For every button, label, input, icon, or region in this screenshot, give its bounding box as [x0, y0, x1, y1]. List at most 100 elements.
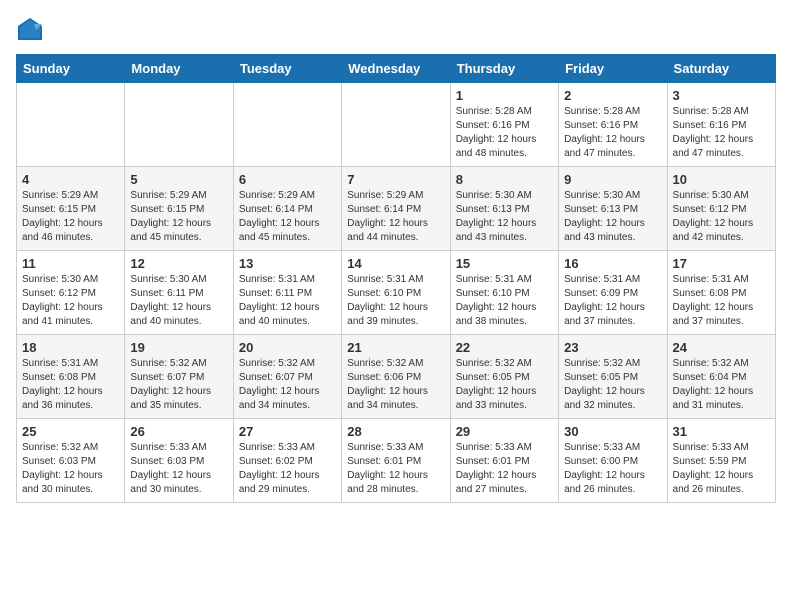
day-number: 10	[673, 172, 770, 187]
day-number: 5	[130, 172, 227, 187]
day-info: Sunrise: 5:31 AM Sunset: 6:08 PM Dayligh…	[22, 357, 119, 413]
day-number: 19	[130, 340, 227, 355]
calendar-cell: 17 Sunrise: 5:31 AM Sunset: 6:08 PM Dayli…	[667, 251, 775, 335]
day-number: 14	[347, 256, 444, 271]
day-number: 9	[564, 172, 661, 187]
day-info: Sunrise: 5:28 AM Sunset: 6:16 PM Dayligh…	[456, 105, 553, 161]
weekday-header-saturday: Saturday	[667, 55, 775, 83]
day-number: 25	[22, 424, 119, 439]
day-info: Sunrise: 5:31 AM Sunset: 6:09 PM Dayligh…	[564, 273, 661, 329]
day-info: Sunrise: 5:33 AM Sunset: 6:01 PM Dayligh…	[456, 441, 553, 497]
day-info: Sunrise: 5:33 AM Sunset: 6:03 PM Dayligh…	[130, 441, 227, 497]
weekday-header-monday: Monday	[125, 55, 233, 83]
calendar-cell: 10 Sunrise: 5:30 AM Sunset: 6:12 PM Dayli…	[667, 167, 775, 251]
day-info: Sunrise: 5:29 AM Sunset: 6:15 PM Dayligh…	[22, 189, 119, 245]
calendar-cell: 19 Sunrise: 5:32 AM Sunset: 6:07 PM Dayli…	[125, 335, 233, 419]
calendar-cell: 6 Sunrise: 5:29 AM Sunset: 6:14 PM Daylig…	[233, 167, 341, 251]
day-number: 21	[347, 340, 444, 355]
week-row-2: 4 Sunrise: 5:29 AM Sunset: 6:15 PM Daylig…	[17, 167, 776, 251]
weekday-header-friday: Friday	[559, 55, 667, 83]
calendar-cell: 15 Sunrise: 5:31 AM Sunset: 6:10 PM Dayli…	[450, 251, 558, 335]
week-row-4: 18Sunrise: 5:31 AM Sunset: 6:08 PM Dayli…	[17, 335, 776, 419]
calendar-cell: 11 Sunrise: 5:30 AM Sunset: 6:12 PM Dayli…	[17, 251, 125, 335]
calendar-table: SundayMondayTuesdayWednesdayThursdayFrid…	[16, 54, 776, 503]
calendar-cell: 1 Sunrise: 5:28 AM Sunset: 6:16 PM Daylig…	[450, 83, 558, 167]
day-number: 17	[673, 256, 770, 271]
day-number: 6	[239, 172, 336, 187]
calendar-cell: 31 Sunrise: 5:33 AM Sunset: 5:59 PM Dayli…	[667, 419, 775, 503]
day-number: 1	[456, 88, 553, 103]
day-info: Sunrise: 5:32 AM Sunset: 6:05 PM Dayligh…	[456, 357, 553, 413]
day-number: 22	[456, 340, 553, 355]
day-info: Sunrise: 5:31 AM Sunset: 6:08 PM Dayligh…	[673, 273, 770, 329]
day-info: Sunrise: 5:29 AM Sunset: 6:14 PM Dayligh…	[347, 189, 444, 245]
day-info: Sunrise: 5:30 AM Sunset: 6:13 PM Dayligh…	[564, 189, 661, 245]
day-number: 30	[564, 424, 661, 439]
day-number: 7	[347, 172, 444, 187]
day-number: 11	[22, 256, 119, 271]
day-number: 4	[22, 172, 119, 187]
day-number: 16	[564, 256, 661, 271]
day-info: Sunrise: 5:31 AM Sunset: 6:11 PM Dayligh…	[239, 273, 336, 329]
calendar-cell: 21 Sunrise: 5:32 AM Sunset: 6:06 PM Dayli…	[342, 335, 450, 419]
day-info: Sunrise: 5:31 AM Sunset: 6:10 PM Dayligh…	[347, 273, 444, 329]
day-number: 29	[456, 424, 553, 439]
calendar-cell: 22 Sunrise: 5:32 AM Sunset: 6:05 PM Dayli…	[450, 335, 558, 419]
day-number: 20	[239, 340, 336, 355]
week-row-5: 25 Sunrise: 5:32 AM Sunset: 6:03 PM Dayli…	[17, 419, 776, 503]
day-info: Sunrise: 5:33 AM Sunset: 6:01 PM Dayligh…	[347, 441, 444, 497]
calendar-cell	[125, 83, 233, 167]
calendar-cell	[17, 83, 125, 167]
day-info: Sunrise: 5:30 AM Sunset: 6:11 PM Dayligh…	[130, 273, 227, 329]
day-number: 15	[456, 256, 553, 271]
weekday-header-row: SundayMondayTuesdayWednesdayThursdayFrid…	[17, 55, 776, 83]
calendar-cell: 14 Sunrise: 5:31 AM Sunset: 6:10 PM Dayli…	[342, 251, 450, 335]
calendar-cell: 13 Sunrise: 5:31 AM Sunset: 6:11 PM Dayli…	[233, 251, 341, 335]
logo-icon	[16, 16, 44, 44]
day-info: Sunrise: 5:29 AM Sunset: 6:15 PM Dayligh…	[130, 189, 227, 245]
calendar-cell: 8Sunrise: 5:30 AM Sunset: 6:13 PM Daylig…	[450, 167, 558, 251]
calendar-cell: 4 Sunrise: 5:29 AM Sunset: 6:15 PM Daylig…	[17, 167, 125, 251]
day-number: 31	[673, 424, 770, 439]
calendar-cell: 2 Sunrise: 5:28 AM Sunset: 6:16 PM Daylig…	[559, 83, 667, 167]
calendar-cell: 25 Sunrise: 5:32 AM Sunset: 6:03 PM Dayli…	[17, 419, 125, 503]
day-number: 26	[130, 424, 227, 439]
calendar-cell	[233, 83, 341, 167]
day-info: Sunrise: 5:32 AM Sunset: 6:03 PM Dayligh…	[22, 441, 119, 497]
day-info: Sunrise: 5:32 AM Sunset: 6:07 PM Dayligh…	[130, 357, 227, 413]
calendar-cell: 9 Sunrise: 5:30 AM Sunset: 6:13 PM Daylig…	[559, 167, 667, 251]
day-number: 13	[239, 256, 336, 271]
day-info: Sunrise: 5:33 AM Sunset: 5:59 PM Dayligh…	[673, 441, 770, 497]
day-number: 28	[347, 424, 444, 439]
calendar-cell: 30Sunrise: 5:33 AM Sunset: 6:00 PM Dayli…	[559, 419, 667, 503]
day-number: 24	[673, 340, 770, 355]
day-number: 2	[564, 88, 661, 103]
calendar-cell: 28 Sunrise: 5:33 AM Sunset: 6:01 PM Dayli…	[342, 419, 450, 503]
weekday-header-tuesday: Tuesday	[233, 55, 341, 83]
day-info: Sunrise: 5:28 AM Sunset: 6:16 PM Dayligh…	[673, 105, 770, 161]
calendar-cell: 18Sunrise: 5:31 AM Sunset: 6:08 PM Dayli…	[17, 335, 125, 419]
day-info: Sunrise: 5:32 AM Sunset: 6:04 PM Dayligh…	[673, 357, 770, 413]
day-number: 27	[239, 424, 336, 439]
weekday-header-wednesday: Wednesday	[342, 55, 450, 83]
day-number: 12	[130, 256, 227, 271]
day-info: Sunrise: 5:30 AM Sunset: 6:13 PM Dayligh…	[456, 189, 553, 245]
calendar-cell: 26 Sunrise: 5:33 AM Sunset: 6:03 PM Dayli…	[125, 419, 233, 503]
day-info: Sunrise: 5:31 AM Sunset: 6:10 PM Dayligh…	[456, 273, 553, 329]
header	[16, 16, 776, 44]
calendar-cell: 3 Sunrise: 5:28 AM Sunset: 6:16 PM Daylig…	[667, 83, 775, 167]
day-info: Sunrise: 5:29 AM Sunset: 6:14 PM Dayligh…	[239, 189, 336, 245]
calendar-cell	[342, 83, 450, 167]
day-info: Sunrise: 5:32 AM Sunset: 6:06 PM Dayligh…	[347, 357, 444, 413]
day-number: 3	[673, 88, 770, 103]
day-info: Sunrise: 5:28 AM Sunset: 6:16 PM Dayligh…	[564, 105, 661, 161]
day-number: 23	[564, 340, 661, 355]
day-info: Sunrise: 5:30 AM Sunset: 6:12 PM Dayligh…	[673, 189, 770, 245]
weekday-header-sunday: Sunday	[17, 55, 125, 83]
week-row-1: 1 Sunrise: 5:28 AM Sunset: 6:16 PM Daylig…	[17, 83, 776, 167]
calendar-cell: 5 Sunrise: 5:29 AM Sunset: 6:15 PM Daylig…	[125, 167, 233, 251]
logo	[16, 16, 48, 44]
day-info: Sunrise: 5:32 AM Sunset: 6:07 PM Dayligh…	[239, 357, 336, 413]
day-info: Sunrise: 5:30 AM Sunset: 6:12 PM Dayligh…	[22, 273, 119, 329]
calendar-cell: 7 Sunrise: 5:29 AM Sunset: 6:14 PM Daylig…	[342, 167, 450, 251]
